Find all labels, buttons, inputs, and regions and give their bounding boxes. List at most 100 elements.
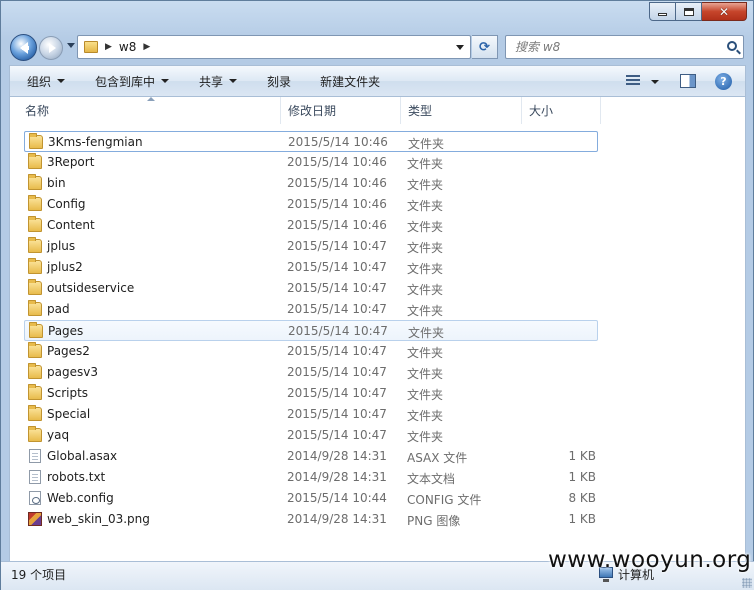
file-name: Pages2	[47, 344, 90, 358]
folder-icon	[28, 279, 42, 295]
file-row[interactable]: Config 2015/5/14 10:46 文件夹	[24, 194, 598, 215]
column-header-row: 名称 修改日期 类型 大小	[10, 97, 745, 124]
forward-arrow-icon	[49, 43, 56, 53]
search-input[interactable]	[515, 37, 715, 57]
file-row[interactable]: Web.config 2015/5/14 10:44 CONFIG 文件 8 KB	[24, 488, 598, 509]
include-in-library-label: 包含到库中	[95, 74, 156, 89]
explorer-window: ✕ ▶ w8 ▶ ⟳ 组织 包含到库中 共享 刻录	[0, 0, 754, 590]
file-type: CONFIG 文件	[407, 493, 482, 507]
column-header-modified[interactable]: 修改日期	[281, 97, 401, 124]
navigation-bar: ▶ w8 ▶ ⟳	[1, 31, 754, 63]
chevron-down-icon	[57, 79, 66, 83]
new-folder-button[interactable]: 新建文件夹	[320, 66, 380, 96]
recent-pages-dropdown[interactable]	[67, 43, 75, 48]
file-type: 文件夹	[407, 430, 444, 444]
maximize-icon	[683, 7, 694, 16]
new-folder-label: 新建文件夹	[320, 74, 381, 89]
back-arrow-icon	[19, 41, 29, 54]
refresh-icon: ⟳	[479, 39, 490, 55]
file-row[interactable]: robots.txt 2014/9/28 14:31 文本文档 1 KB	[24, 467, 598, 488]
file-row[interactable]: yaq 2015/5/14 10:47 文件夹	[24, 425, 598, 446]
file-modified: 2015/5/14 10:44	[287, 491, 387, 505]
resize-grip[interactable]	[742, 578, 752, 588]
column-header-type[interactable]: 类型	[401, 97, 522, 124]
file-modified: 2015/5/14 10:47	[287, 428, 387, 442]
file-type: 文件夹	[407, 283, 444, 297]
breadcrumb-separator-icon[interactable]: ▶	[105, 42, 112, 52]
breadcrumb-separator-icon[interactable]: ▶	[143, 42, 150, 52]
file-name: Special	[47, 407, 91, 421]
folder-icon	[28, 300, 42, 316]
change-view-icon[interactable]	[626, 75, 640, 87]
file-row[interactable]: Pages 2015/5/14 10:47 文件夹	[24, 320, 598, 341]
file-row[interactable]: 3Kms-fengmian 2015/5/14 10:46 文件夹	[24, 131, 598, 152]
file-modified: 2015/5/14 10:47	[287, 260, 387, 274]
refresh-button[interactable]: ⟳	[472, 35, 498, 59]
column-name-label: 名称	[25, 104, 50, 118]
minimize-icon	[658, 13, 667, 16]
file-row[interactable]: outsideservice 2015/5/14 10:47 文件夹	[24, 278, 598, 299]
folder-icon	[28, 405, 42, 421]
file-row[interactable]: jplus2 2015/5/14 10:47 文件夹	[24, 257, 598, 278]
file-modified: 2015/5/14 10:47	[287, 365, 387, 379]
help-icon[interactable]: ?	[715, 73, 732, 90]
folder-icon	[28, 237, 42, 253]
file-type: 文件夹	[407, 220, 444, 234]
file-row[interactable]: jplus 2015/5/14 10:47 文件夹	[24, 236, 598, 257]
file-name: jplus2	[47, 260, 83, 274]
file-row[interactable]: pagesv3 2015/5/14 10:47 文件夹	[24, 362, 598, 383]
folder-icon	[28, 258, 42, 274]
file-modified: 2015/5/14 10:47	[287, 239, 387, 253]
file-name: 3Kms-fengmian	[48, 135, 143, 149]
file-row[interactable]: pad 2015/5/14 10:47 文件夹	[24, 299, 598, 320]
file-row[interactable]: bin 2015/5/14 10:46 文件夹	[24, 173, 598, 194]
file-modified: 2015/5/14 10:46	[288, 135, 388, 149]
file-name: Pages	[48, 324, 84, 338]
file-name: web_skin_03.png	[47, 512, 150, 526]
column-type-label: 类型	[408, 104, 433, 118]
minimize-button[interactable]	[649, 2, 676, 21]
file-modified: 2014/9/28 14:31	[287, 449, 387, 463]
breadcrumb-w8[interactable]: w8	[119, 40, 136, 54]
column-header-size[interactable]: 大小	[522, 97, 601, 124]
column-header-name[interactable]: 名称	[18, 97, 281, 124]
organize-button[interactable]: 组织	[27, 66, 66, 96]
address-dropdown-icon[interactable]	[456, 45, 464, 50]
sort-ascending-icon	[147, 97, 155, 101]
folder-icon	[28, 342, 42, 358]
search-icon[interactable]	[727, 41, 737, 51]
file-name: outsideservice	[47, 281, 135, 295]
file-type: 文件夹	[407, 409, 444, 423]
maximize-button[interactable]	[676, 2, 702, 21]
file-modified: 2015/5/14 10:47	[287, 302, 387, 316]
preview-pane-icon[interactable]	[680, 74, 696, 88]
file-name: Content	[47, 218, 95, 232]
file-row[interactable]: Global.asax 2014/9/28 14:31 ASAX 文件 1 KB	[24, 446, 598, 467]
forward-button[interactable]	[39, 36, 63, 60]
folder-icon	[28, 153, 42, 169]
file-row[interactable]: 3Report 2015/5/14 10:46 文件夹	[24, 152, 598, 173]
file-row[interactable]: web_skin_03.png 2014/9/28 14:31 PNG 图像 1 KB	[24, 509, 598, 530]
config-file-icon	[29, 491, 41, 505]
file-modified: 2014/9/28 14:31	[287, 512, 387, 526]
file-row[interactable]: Pages2 2015/5/14 10:47 文件夹	[24, 341, 598, 362]
view-options-dropdown[interactable]	[651, 80, 659, 84]
folder-icon	[28, 384, 42, 400]
close-button[interactable]: ✕	[702, 2, 747, 21]
file-row[interactable]: Content 2015/5/14 10:46 文件夹	[24, 215, 598, 236]
file-type: 文本文档	[407, 472, 456, 486]
include-in-library-button[interactable]: 包含到库中	[95, 66, 170, 96]
burn-button[interactable]: 刻录	[267, 66, 291, 96]
organize-label: 组织	[27, 74, 52, 89]
file-row[interactable]: Special 2015/5/14 10:47 文件夹	[24, 404, 598, 425]
share-button[interactable]: 共享	[199, 66, 238, 96]
file-modified: 2014/9/28 14:31	[287, 470, 387, 484]
folder-icon	[29, 322, 43, 338]
text-file-icon	[29, 470, 41, 484]
chevron-down-icon	[161, 79, 170, 83]
folder-icon	[28, 174, 42, 190]
address-bar[interactable]: ▶ w8 ▶	[77, 35, 471, 59]
file-row[interactable]: Scripts 2015/5/14 10:47 文件夹	[24, 383, 598, 404]
back-button[interactable]	[10, 34, 37, 61]
file-name: Scripts	[47, 386, 89, 400]
